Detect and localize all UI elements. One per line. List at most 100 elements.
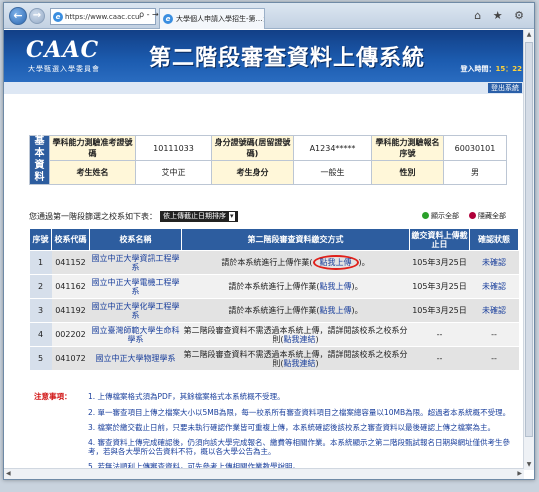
info-link[interactable]: 點我連結 [284,359,316,368]
tab-close-icon[interactable]: × [263,15,264,24]
header-deadline: 繳交資料上傳截止日 [409,228,470,251]
gender-label: 性別 [371,160,444,185]
registration-no-label: 學科能力測驗報名序號 [371,134,444,162]
row-status: -- [469,322,519,347]
header-code: 校系代碼 [51,228,90,251]
row-method-text: 請於本系統進行上傳作業( [228,282,320,291]
row-deadline: -- [409,322,470,347]
sort-label: 您通過第一階段篩選之校系如下表： [29,211,157,221]
toolbar-right-icons[interactable]: ⌂ ★ ⚙ [474,9,528,22]
scroll-right-icon[interactable]: ▶ [517,470,522,477]
scroll-up-icon[interactable]: ▲ [524,30,534,40]
note-item: 4. 審查資料上傳完成確認後，仍須向該大學完成報名、繳費等相關作業。本系統顯示之… [88,438,511,456]
login-time: 登入時間：15：22 [461,64,522,74]
row-method: 請於本系統進行上傳作業(點我上傳)。 [181,274,410,299]
student-status-value: 一般生 [293,160,372,185]
forward-button[interactable]: → [29,8,45,24]
tab-title: 大學個人申請入學招生-第… [176,15,263,23]
info-link[interactable]: 點我連結 [284,335,316,344]
exam-id-label: 學科能力測驗准考證號碼 [49,134,136,162]
hide-all-label: 隱藏全部 [478,212,506,220]
scroll-down-icon[interactable]: ▼ [524,460,534,470]
row-idx: 1 [29,250,52,275]
row-status[interactable]: 未確認 [469,274,519,299]
row-method-text: 請於本系統進行上傳作業( [221,258,313,267]
red-dot-icon [469,212,476,219]
table-row: 4 002202 國立臺灣師範大學生命科學系 第二階段審查資料不需透過本系統上傳，請詳… [29,322,519,347]
logout-button[interactable]: 登出系統 [488,83,522,93]
table-header-row: 序號 校系代碼 校系名稱 第二階段審查資料繳交方式 繳交資料上傳截止日 確認狀態 [29,228,519,251]
upload-link[interactable]: 點我上傳 [320,306,352,315]
row-idx: 4 [29,322,52,347]
row-method: 第二階段審查資料不需透過本系統上傳，請詳閱該校系之校系分則(點我連結) [181,346,410,371]
student-name-value: 艾中正 [135,160,212,185]
row-name: 國立中正大學物理學系 [89,346,182,371]
horizontal-scrollbar[interactable]: ◀ ▶ [4,468,524,479]
row-deadline: 105年3月25日 [409,274,470,299]
row-idx: 3 [29,298,52,323]
address-controls[interactable]: ρ - → [139,10,159,19]
scroll-left-icon[interactable]: ◀ [6,470,11,477]
ie-icon: e [163,14,173,24]
browser-window: ← → e https://www.caac.ccu ρ - → e 大學個人申… [3,2,535,480]
chevron-down-icon: ▾ [229,211,235,221]
scroll-thumb[interactable] [525,42,533,437]
site-logo: CAAC [26,37,100,63]
row-status[interactable]: 未確認 [469,298,519,323]
notes-list: 1. 上傳檔案格式須為PDF，其餘檔案格式本系統概不受理。 2. 單一審查項目上傳… [88,392,519,470]
row-idx: 5 [29,346,52,371]
row-code: 041152 [51,250,90,275]
row-status[interactable]: 未確認 [469,250,519,275]
note-item: 2. 單一審查項目上傳之檔案大小以5MB為限，每一校系所有審查資料項目之檔案總容… [88,408,511,417]
ie-icon: e [53,11,63,22]
sort-select[interactable]: 依上傳截止日期排序 ▾ [160,210,238,222]
exam-id-value: 10111033 [135,134,212,162]
browser-toolbar: ← → e https://www.caac.ccu ρ - → e 大學個人申… [4,3,534,29]
upload-link[interactable]: 點我上傳 [320,282,352,291]
row-code: 041192 [51,298,90,323]
site-banner: CAAC 大學甄選入學委員會 第二階段審查資料上傳系統 登入時間：15：22 [4,30,524,82]
row-method-suffix: )。 [358,258,370,267]
logout-bar: 登出系統 [4,82,524,94]
department-table: 序號 校系代碼 校系名稱 第二階段審查資料繳交方式 繳交資料上傳截止日 確認狀態… [29,228,519,371]
header-name: 校系名稱 [89,228,182,251]
row-deadline: 105年3月25日 [409,250,470,275]
note-item: 1. 上傳檔案格式須為PDF，其餘檔案格式本系統概不受理。 [88,392,285,401]
table-row: 1 041152 國立中正大學資訊工程學系 請於本系統進行上傳作業(點我上傳)。 105… [29,250,519,275]
vertical-scrollbar[interactable]: ▲ ▼ [523,30,534,470]
note-item: 3. 檔案於繳交截止日前，只要未執行確認作業皆可重複上傳，本系統確認後該校系之審… [88,423,496,432]
row-code: 002202 [51,322,90,347]
basic-info-side-label: 基本資料 [29,135,50,185]
green-dot-icon [422,212,429,219]
student-name-label: 考生姓名 [49,160,136,185]
upload-link[interactable]: 點我上傳 [312,255,359,270]
address-url: https://www.caac.ccu [65,12,140,21]
back-button[interactable]: ← [9,7,27,25]
page-viewport: CAAC 大學甄選入學委員會 第二階段審查資料上傳系統 登入時間：15：22 登… [4,30,524,470]
notes-section: 注意事項： 1. 上傳檔案格式須為PDF，其餘檔案格式本系統概不受理。 2. 單一… [34,392,519,470]
national-id-label: 身分證號碼(居留證號碼) [211,134,294,162]
row-method-suffix: )。 [351,306,363,315]
row-method-suffix: )。 [351,282,363,291]
hide-all-button[interactable]: 隱藏全部 [469,211,506,221]
row-method-suffix: ) [315,358,319,368]
table-row: 3 041192 國立中正大學化學工程學系 請於本系統進行上傳作業(點我上傳)。 105… [29,298,519,323]
registration-no-value: 60030101 [443,134,507,162]
show-all-label: 顯示全部 [431,212,459,220]
login-time-label: 登入時間： [460,65,496,73]
student-status-label: 考生身分 [211,160,294,185]
national-id-value: A1234***** [293,134,372,162]
row-deadline: 105年3月25日 [409,298,470,323]
row-code: 041072 [51,346,90,371]
row-method-text: 請於本系統進行上傳作業( [228,306,320,315]
row-method: 請於本系統進行上傳作業(點我上傳)。 [181,250,410,275]
header-method: 第二階段審查資料繳交方式 [181,228,410,251]
row-method: 第二階段審查資料不需透過本系統上傳，請詳閱該校系之校系分則(點我連結) [181,322,410,347]
page-title: 第二階段審查資料上傳系統 [149,46,426,71]
row-name: 國立中正大學化學工程學系 [89,298,182,323]
row-name: 國立中正大學資訊工程學系 [89,250,182,275]
show-all-button[interactable]: 顯示全部 [422,211,459,221]
browser-tab[interactable]: e 大學個人申請入學招生-第… × [159,8,265,29]
row-idx: 2 [29,274,52,299]
site-logo-subtitle: 大學甄選入學委員會 [28,65,100,73]
